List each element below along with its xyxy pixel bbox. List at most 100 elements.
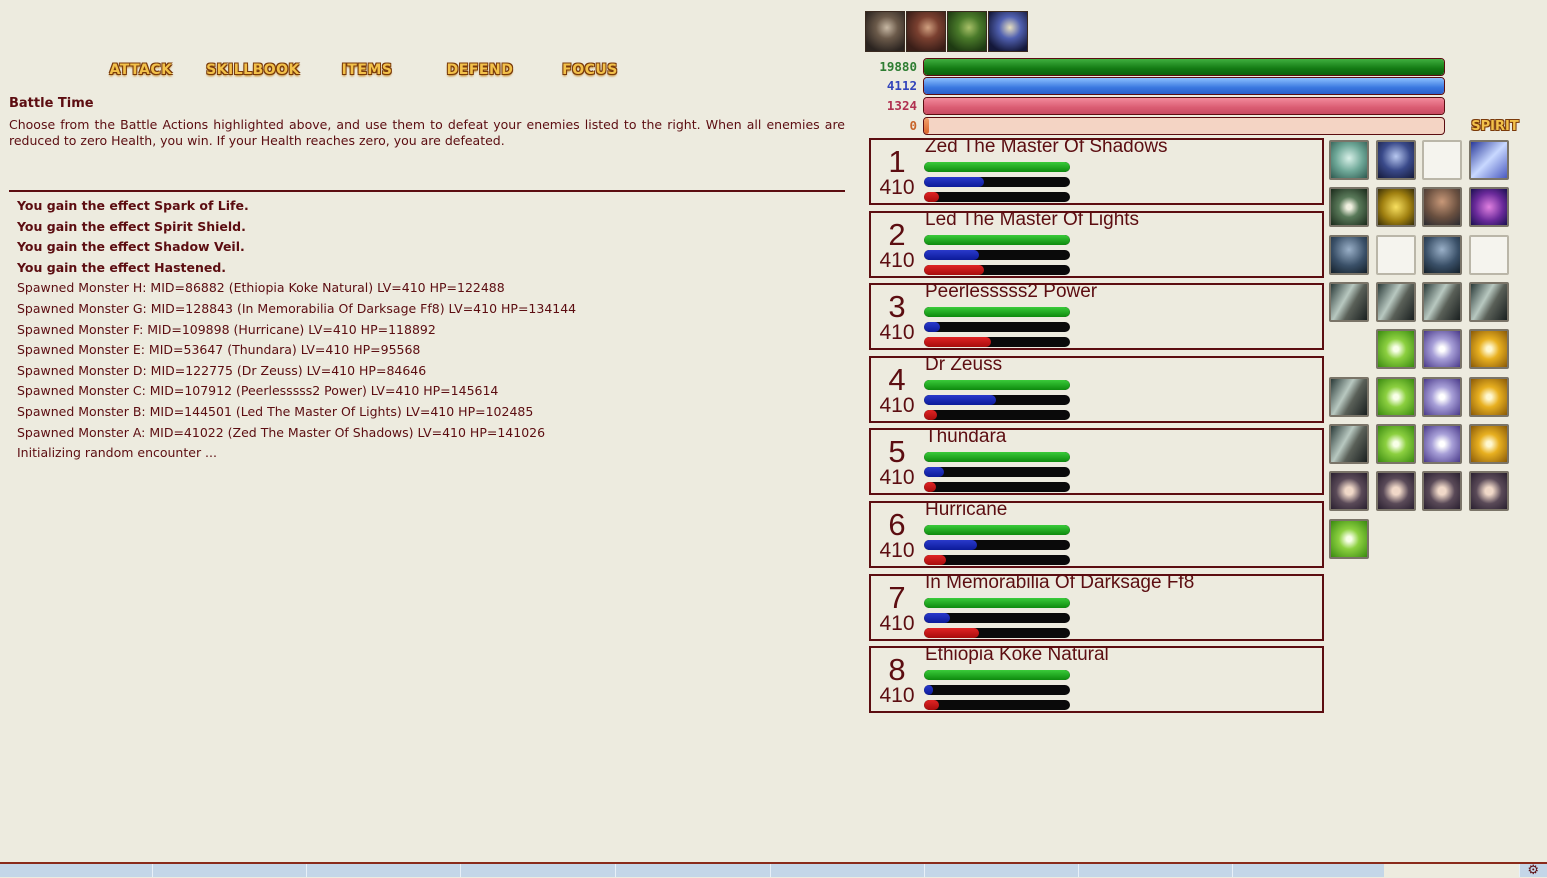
monster-level: 410 — [879, 684, 915, 708]
rune-icon[interactable] — [1468, 471, 1509, 511]
absorb-icon[interactable] — [1422, 187, 1462, 227]
regen-icon[interactable] — [1375, 424, 1416, 464]
monster-spirit-bar — [924, 264, 1070, 275]
log-entry: Initializing random encounter ... — [17, 445, 217, 461]
rune-icon[interactable] — [1375, 471, 1416, 511]
spirit-button[interactable]: SPIRIT — [1463, 117, 1527, 137]
claw-debuff-icon[interactable] — [1329, 377, 1369, 417]
holy-icon[interactable] — [1468, 377, 1509, 417]
monster-card[interactable]: 6 410 Hurricane — [869, 499, 1324, 568]
arcane-icon[interactable] — [1468, 187, 1509, 227]
monster-health-bar-fill — [924, 162, 1070, 172]
log-entry: Spawned Monster A: MID=41022 (Zed The Ma… — [17, 424, 546, 440]
heal-icon[interactable] — [1422, 424, 1462, 464]
claw-debuff-icon[interactable] — [1422, 282, 1462, 322]
log-entry: You gain the effect Shadow Veil. — [17, 239, 245, 255]
empty-effect-slot[interactable] — [1422, 140, 1462, 180]
settings-gear-icon[interactable]: ⚙ — [1527, 863, 1539, 878]
monster-name: Peerlesssss2 Power — [925, 281, 1098, 303]
monster-magic-bar-fill — [924, 322, 941, 333]
monk-icon[interactable] — [1422, 235, 1462, 275]
attack-button[interactable]: ATTACK — [105, 58, 177, 82]
monster-name: Thundara — [925, 426, 1007, 448]
monster-card[interactable]: 7 410 In Memorabilia Of Darksage Ff8 — [869, 571, 1324, 641]
monster-magic-bar-fill — [924, 394, 996, 405]
monster-card[interactable]: 2 410 Led The Master Of Lights — [869, 209, 1324, 278]
focus-button[interactable]: FOCUS — [560, 58, 620, 82]
claw-debuff-icon[interactable] — [1329, 282, 1369, 322]
portrait-1-icon[interactable] — [865, 11, 905, 52]
monster-level: 410 — [879, 176, 915, 199]
hastened-icon[interactable] — [1468, 140, 1509, 180]
empty-effect-slot[interactable] — [1375, 235, 1416, 275]
spark-of-life-icon[interactable] — [1329, 187, 1369, 227]
player-magic-bar — [923, 77, 1445, 95]
protection-icon[interactable] — [1375, 187, 1416, 227]
monster-magic-bar-fill — [924, 249, 980, 260]
monster-spirit-bar — [924, 409, 1070, 420]
monster-magic-bar-fill — [924, 612, 951, 623]
claw-debuff-icon[interactable] — [1468, 282, 1509, 322]
holy-icon[interactable] — [1468, 329, 1509, 369]
monk-icon[interactable] — [1329, 235, 1369, 275]
monster-health-bar — [924, 307, 1070, 318]
skillbook-button[interactable]: SKILLBOOK — [203, 58, 303, 82]
items-button[interactable]: ITEMS — [336, 58, 398, 82]
empty-effect-slot[interactable] — [1468, 235, 1509, 275]
status-segment — [615, 864, 771, 877]
regen-icon[interactable] — [1375, 377, 1416, 417]
monster-card[interactable]: 3 410 Peerlesssss2 Power — [869, 281, 1324, 351]
monster-magic-bar-fill — [924, 685, 933, 696]
spirit-shield-icon[interactable] — [1329, 140, 1369, 180]
monster-card[interactable]: 5 410 Thundara — [869, 426, 1324, 496]
monster-number: 1 — [888, 144, 906, 179]
battle-title: Battle Time — [9, 96, 94, 111]
shadow-veil-icon[interactable] — [1375, 140, 1416, 180]
monster-spirit-bar-fill — [924, 700, 939, 711]
monster-magic-bar — [924, 467, 1070, 478]
monster-name: Dr Zeuss — [925, 353, 1003, 375]
monster-health-bar — [924, 525, 1070, 535]
player-spirit-fill — [924, 98, 1444, 114]
player-health-value: 19880 — [879, 59, 917, 74]
monster-health-bar — [924, 162, 1070, 172]
monster-number: 4 — [888, 361, 906, 397]
regen-icon[interactable] — [1329, 519, 1369, 559]
log-entry: Spawned Monster B: MID=144501 (Led The M… — [17, 403, 534, 419]
monster-level: 410 — [879, 539, 915, 562]
monster-name: In Memorabilia Of Darksage Ff8 — [925, 571, 1195, 593]
portrait-4-icon[interactable] — [988, 11, 1028, 52]
monster-magic-bar — [924, 685, 1070, 696]
monster-magic-bar — [924, 612, 1070, 623]
monster-magic-bar — [924, 394, 1070, 405]
portrait-3-icon[interactable] — [947, 11, 987, 52]
monster-health-bar-fill — [924, 307, 1070, 318]
claw-debuff-icon[interactable] — [1329, 424, 1369, 464]
heal-icon[interactable] — [1422, 377, 1462, 417]
monster-magic-bar-fill — [924, 540, 977, 550]
monster-card[interactable]: 1 410 Zed The Master Of Shadows — [869, 136, 1324, 205]
rune-icon[interactable] — [1422, 471, 1462, 511]
monster-level: 410 — [879, 393, 915, 417]
monster-name: Ethiopia Koke Natural — [925, 644, 1109, 666]
portrait-2-icon[interactable] — [906, 11, 946, 52]
monster-spirit-bar — [924, 192, 1070, 202]
status-segment — [924, 864, 1079, 877]
defend-button[interactable]: DEFEND — [442, 58, 518, 82]
rune-icon[interactable] — [1329, 471, 1369, 511]
monster-magic-bar — [924, 177, 1070, 187]
monster-spirit-bar-fill — [924, 555, 946, 565]
monster-card[interactable]: 4 410 Dr Zeuss — [869, 353, 1324, 423]
monster-spirit-bar-fill — [924, 409, 938, 420]
monster-card[interactable]: 8 410 Ethiopia Koke Natural — [869, 644, 1324, 714]
holy-icon[interactable] — [1468, 424, 1509, 464]
heal-icon[interactable] — [1422, 329, 1462, 369]
monster-spirit-bar-fill — [924, 264, 984, 275]
monster-spirit-bar — [924, 555, 1070, 565]
regen-icon[interactable] — [1375, 329, 1416, 369]
monster-health-bar — [924, 379, 1070, 390]
log-entry: You gain the effect Hastened. — [17, 259, 227, 275]
monster-health-bar-fill — [924, 670, 1070, 681]
monster-spirit-bar-fill — [924, 482, 936, 493]
claw-debuff-icon[interactable] — [1375, 282, 1416, 322]
